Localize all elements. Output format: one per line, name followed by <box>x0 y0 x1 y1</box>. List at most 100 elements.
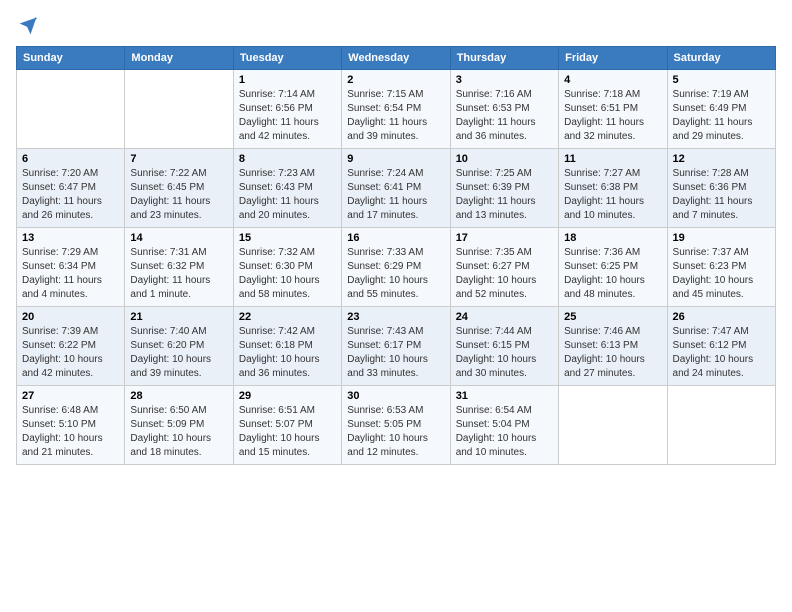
day-of-week-header: Wednesday <box>342 47 450 70</box>
day-info: Sunrise: 7:42 AM Sunset: 6:18 PM Dayligh… <box>239 325 336 381</box>
day-number: 26 <box>673 311 770 323</box>
calendar-cell <box>17 70 125 149</box>
calendar-cell: 5 Sunrise: 7:19 AM Sunset: 6:49 PM Daylig… <box>667 70 775 149</box>
calendar-cell: 8 Sunrise: 7:23 AM Sunset: 6:43 PM Daylig… <box>233 149 341 228</box>
day-info: Sunrise: 7:23 AM Sunset: 6:43 PM Dayligh… <box>239 167 336 223</box>
calendar-cell: 14 Sunrise: 7:31 AM Sunset: 6:32 PM Dayli… <box>125 228 233 307</box>
calendar-cell: 4 Sunrise: 7:18 AM Sunset: 6:51 PM Daylig… <box>559 70 667 149</box>
calendar-cell: 25 Sunrise: 7:46 AM Sunset: 6:13 PM Dayli… <box>559 307 667 386</box>
day-of-week-header: Thursday <box>450 47 558 70</box>
day-info: Sunrise: 7:18 AM Sunset: 6:51 PM Dayligh… <box>564 88 661 144</box>
day-info: Sunrise: 7:14 AM Sunset: 6:56 PM Dayligh… <box>239 88 336 144</box>
day-info: Sunrise: 7:36 AM Sunset: 6:25 PM Dayligh… <box>564 246 661 302</box>
day-number: 23 <box>347 311 444 323</box>
calendar-cell <box>559 386 667 465</box>
calendar-cell: 29 Sunrise: 6:51 AM Sunset: 5:07 PM Dayli… <box>233 386 341 465</box>
day-number: 4 <box>564 74 661 86</box>
calendar-week-row: 6 Sunrise: 7:20 AM Sunset: 6:47 PM Daylig… <box>17 149 776 228</box>
calendar-cell: 17Sunrise: 7:35 AM Sunset: 6:27 PM Dayli… <box>450 228 558 307</box>
day-info: Sunrise: 6:48 AM Sunset: 5:10 PM Dayligh… <box>22 404 119 460</box>
day-number: 31 <box>456 390 553 402</box>
calendar-cell: 24 Sunrise: 7:44 AM Sunset: 6:15 PM Dayli… <box>450 307 558 386</box>
calendar-cell <box>125 70 233 149</box>
calendar-cell: 28 Sunrise: 6:50 AM Sunset: 5:09 PM Dayli… <box>125 386 233 465</box>
day-number: 15 <box>239 232 336 244</box>
day-number: 29 <box>239 390 336 402</box>
calendar-week-row: 13Sunrise: 7:29 AM Sunset: 6:34 PM Dayli… <box>17 228 776 307</box>
day-info: Sunrise: 7:35 AM Sunset: 6:27 PM Dayligh… <box>456 246 553 302</box>
calendar-cell: 7 Sunrise: 7:22 AM Sunset: 6:45 PM Daylig… <box>125 149 233 228</box>
day-info: Sunrise: 6:54 AM Sunset: 5:04 PM Dayligh… <box>456 404 553 460</box>
day-number: 14 <box>130 232 227 244</box>
day-number: 6 <box>22 153 119 165</box>
day-info: Sunrise: 7:31 AM Sunset: 6:32 PM Dayligh… <box>130 246 227 302</box>
day-info: Sunrise: 7:29 AM Sunset: 6:34 PM Dayligh… <box>22 246 119 302</box>
day-info: Sunrise: 7:43 AM Sunset: 6:17 PM Dayligh… <box>347 325 444 381</box>
day-number: 20 <box>22 311 119 323</box>
calendar-cell: 23 Sunrise: 7:43 AM Sunset: 6:17 PM Dayli… <box>342 307 450 386</box>
day-info: Sunrise: 6:51 AM Sunset: 5:07 PM Dayligh… <box>239 404 336 460</box>
day-of-week-header: Friday <box>559 47 667 70</box>
day-of-week-header: Tuesday <box>233 47 341 70</box>
day-number: 1 <box>239 74 336 86</box>
calendar-cell: 1 Sunrise: 7:14 AM Sunset: 6:56 PM Daylig… <box>233 70 341 149</box>
calendar-header-row: SundayMondayTuesdayWednesdayThursdayFrid… <box>17 47 776 70</box>
day-of-week-header: Sunday <box>17 47 125 70</box>
day-info: Sunrise: 7:33 AM Sunset: 6:29 PM Dayligh… <box>347 246 444 302</box>
day-info: Sunrise: 7:32 AM Sunset: 6:30 PM Dayligh… <box>239 246 336 302</box>
page-header <box>16 16 776 36</box>
calendar-cell: 20 Sunrise: 7:39 AM Sunset: 6:22 PM Dayli… <box>17 307 125 386</box>
day-info: Sunrise: 7:20 AM Sunset: 6:47 PM Dayligh… <box>22 167 119 223</box>
logo <box>16 16 38 36</box>
day-info: Sunrise: 6:50 AM Sunset: 5:09 PM Dayligh… <box>130 404 227 460</box>
calendar-cell: 6 Sunrise: 7:20 AM Sunset: 6:47 PM Daylig… <box>17 149 125 228</box>
calendar-cell: 21Sunrise: 7:40 AM Sunset: 6:20 PM Dayli… <box>125 307 233 386</box>
day-info: Sunrise: 7:16 AM Sunset: 6:53 PM Dayligh… <box>456 88 553 144</box>
calendar-cell: 9Sunrise: 7:24 AM Sunset: 6:41 PM Daylig… <box>342 149 450 228</box>
day-number: 19 <box>673 232 770 244</box>
day-info: Sunrise: 7:19 AM Sunset: 6:49 PM Dayligh… <box>673 88 770 144</box>
day-number: 2 <box>347 74 444 86</box>
day-number: 22 <box>239 311 336 323</box>
calendar-cell: 22 Sunrise: 7:42 AM Sunset: 6:18 PM Dayli… <box>233 307 341 386</box>
day-info: Sunrise: 7:44 AM Sunset: 6:15 PM Dayligh… <box>456 325 553 381</box>
day-info: Sunrise: 7:25 AM Sunset: 6:39 PM Dayligh… <box>456 167 553 223</box>
day-number: 12 <box>673 153 770 165</box>
calendar-cell: 15 Sunrise: 7:32 AM Sunset: 6:30 PM Dayli… <box>233 228 341 307</box>
day-of-week-header: Saturday <box>667 47 775 70</box>
calendar-table: SundayMondayTuesdayWednesdayThursdayFrid… <box>16 46 776 465</box>
day-of-week-header: Monday <box>125 47 233 70</box>
calendar-cell: 31 Sunrise: 6:54 AM Sunset: 5:04 PM Dayli… <box>450 386 558 465</box>
day-number: 8 <box>239 153 336 165</box>
day-number: 11 <box>564 153 661 165</box>
calendar-cell: 2Sunrise: 7:15 AM Sunset: 6:54 PM Daylig… <box>342 70 450 149</box>
day-number: 16 <box>347 232 444 244</box>
calendar-cell: 18Sunrise: 7:36 AM Sunset: 6:25 PM Dayli… <box>559 228 667 307</box>
day-info: Sunrise: 7:47 AM Sunset: 6:12 PM Dayligh… <box>673 325 770 381</box>
day-info: Sunrise: 7:28 AM Sunset: 6:36 PM Dayligh… <box>673 167 770 223</box>
day-info: Sunrise: 7:27 AM Sunset: 6:38 PM Dayligh… <box>564 167 661 223</box>
day-number: 21 <box>130 311 227 323</box>
day-number: 10 <box>456 153 553 165</box>
calendar-week-row: 20 Sunrise: 7:39 AM Sunset: 6:22 PM Dayli… <box>17 307 776 386</box>
calendar-cell: 26 Sunrise: 7:47 AM Sunset: 6:12 PM Dayli… <box>667 307 775 386</box>
day-number: 7 <box>130 153 227 165</box>
day-info: Sunrise: 6:53 AM Sunset: 5:05 PM Dayligh… <box>347 404 444 460</box>
calendar-cell: 3 Sunrise: 7:16 AM Sunset: 6:53 PM Daylig… <box>450 70 558 149</box>
day-number: 25 <box>564 311 661 323</box>
calendar-cell: 11 Sunrise: 7:27 AM Sunset: 6:38 PM Dayli… <box>559 149 667 228</box>
day-number: 27 <box>22 390 119 402</box>
calendar-cell: 30 Sunrise: 6:53 AM Sunset: 5:05 PM Dayli… <box>342 386 450 465</box>
day-info: Sunrise: 7:39 AM Sunset: 6:22 PM Dayligh… <box>22 325 119 381</box>
day-number: 5 <box>673 74 770 86</box>
day-number: 28 <box>130 390 227 402</box>
calendar-cell: 27 Sunrise: 6:48 AM Sunset: 5:10 PM Dayli… <box>17 386 125 465</box>
day-number: 24 <box>456 311 553 323</box>
day-number: 30 <box>347 390 444 402</box>
day-info: Sunrise: 7:24 AM Sunset: 6:41 PM Dayligh… <box>347 167 444 223</box>
day-info: Sunrise: 7:46 AM Sunset: 6:13 PM Dayligh… <box>564 325 661 381</box>
calendar-week-row: 27 Sunrise: 6:48 AM Sunset: 5:10 PM Dayli… <box>17 386 776 465</box>
logo-bird-icon <box>18 16 38 36</box>
day-info: Sunrise: 7:22 AM Sunset: 6:45 PM Dayligh… <box>130 167 227 223</box>
day-number: 3 <box>456 74 553 86</box>
